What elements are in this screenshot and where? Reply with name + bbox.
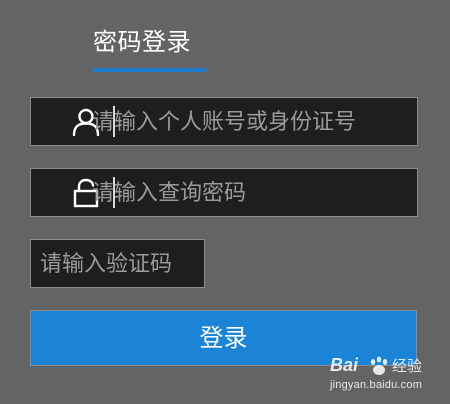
account-input[interactable] <box>92 107 404 137</box>
watermark-name: 经验 <box>392 357 423 375</box>
login-tab-title[interactable]: 密码登录 <box>93 25 191 59</box>
captcha-input[interactable] <box>40 249 198 279</box>
baidu-jingyan-watermark: Bai 经验 jingyan.baidu.com <box>330 354 438 396</box>
captcha-field[interactable] <box>30 239 205 288</box>
active-tab-underline <box>93 68 206 72</box>
password-field[interactable] <box>30 168 418 217</box>
paw-icon <box>370 356 388 375</box>
watermark-domain: jingyan.baidu.com <box>330 379 423 391</box>
password-input[interactable] <box>92 178 404 208</box>
account-field[interactable] <box>30 97 418 146</box>
watermark-brand: Bai <box>330 355 359 375</box>
